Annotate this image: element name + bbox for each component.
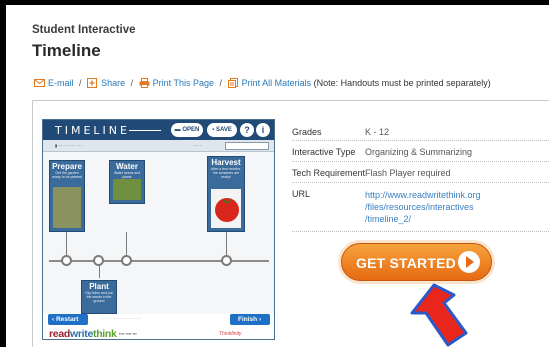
preview-timeline-axis (49, 260, 269, 262)
preview-timeline-node (221, 255, 232, 266)
preview-card-image (211, 189, 241, 228)
folder-icon: ▬ (174, 127, 181, 133)
page-pretitle: Student Interactive (32, 24, 136, 36)
preview-toolbar: TIMELINE ▬ OPEN ▪ SAVE ? i (43, 120, 274, 140)
preview-event-card: Plant Dig holes and put the seeds in the… (81, 280, 117, 314)
url-line: /timeline_2/ (365, 214, 412, 224)
info-row-url: URL http://www.readwritethink.org /files… (292, 183, 549, 232)
preview-strip-label: ······· (193, 143, 203, 148)
info-key: URL (292, 189, 311, 199)
info-key: Grades (292, 127, 322, 137)
print-all-icon (227, 78, 239, 88)
preview-stem (99, 264, 100, 278)
preview-event-card: Harvest After a few months, the tomatoes… (207, 156, 245, 232)
page-title: Timeline (32, 41, 101, 60)
info-value: Organizing & Summarizing (365, 147, 473, 157)
printer-icon (139, 78, 150, 88)
preview-open-button: ▬ OPEN (171, 123, 203, 137)
preview-help-icon: ? (240, 123, 254, 137)
preview-finish-button: Finish › (230, 314, 270, 325)
link-separator: / (130, 78, 134, 88)
preview-info-icon: i (256, 123, 270, 137)
info-row-grades: Grades K - 12 (292, 122, 549, 141)
preview-card-subtitle: Get the garden ready to be planted (52, 171, 82, 179)
tomato-icon (215, 198, 239, 222)
resource-info-table: Grades K - 12 Interactive Type Organizin… (292, 122, 549, 232)
preview-app-title: TIMELINE (55, 124, 130, 137)
preview-card-image (113, 179, 141, 200)
preview-finish-label: Finish (238, 316, 258, 323)
preview-timeline-node (61, 255, 72, 266)
red-pointer-arrow-icon (410, 283, 468, 347)
preview-save-label: SAVE (215, 127, 232, 133)
url-line: http://www.readwritethink.org (365, 190, 481, 200)
preview-event-card: Water Water seeds and plants (109, 160, 145, 204)
preview-card-subtitle: After a few months, the tomatoes are rea… (210, 167, 242, 179)
window-frame-left (0, 0, 6, 347)
link-separator: / (219, 78, 223, 88)
partner-logos: ▪▪▪▪ ▪▪▪▪ ▪▪▪ (119, 331, 137, 336)
preview-restart-button: ‹ Restart (48, 314, 88, 325)
print-all-link-label: Print All Materials (241, 78, 312, 88)
preview-hint-text: ········ ········ ········ ········ (101, 317, 142, 321)
preview-restart-label: Restart (55, 316, 79, 323)
preview-card-title: Prepare (52, 162, 82, 171)
preview-card-image (53, 187, 81, 228)
get-started-button[interactable]: GET STARTED (341, 243, 492, 281)
preview-card-title: Harvest (211, 158, 241, 167)
info-row-tech-requirement: Tech Requirement Flash Player required (292, 162, 549, 183)
preview-footer: ‹ Restart ········ ········ ········ ···… (43, 314, 274, 340)
preview-timeline-canvas: Prepare Get the garden ready to be plant… (43, 152, 274, 314)
interactive-preview-thumbnail[interactable]: TIMELINE ▬ OPEN ▪ SAVE ? i ▮ ····· ·····… (42, 119, 275, 340)
preview-options-strip: ▮ ····· ······· ····· ······· (43, 140, 274, 152)
preview-card-title: Water (116, 162, 138, 171)
save-icon: ▪ (212, 127, 215, 133)
resource-url-link[interactable]: http://www.readwritethink.org /files/res… (365, 189, 481, 225)
window-frame-top (0, 0, 549, 5)
preview-timeline-node (121, 255, 132, 266)
preview-card-title: Plant (89, 282, 109, 291)
play-arrow-icon (458, 251, 480, 273)
share-link[interactable]: Share (85, 78, 128, 88)
page-actions-bar: E-mail / Share / Print This Page / Print… (34, 78, 491, 88)
share-plus-icon (87, 78, 98, 88)
print-page-link-label: Print This Page (152, 78, 215, 88)
thinkfinity-logo: Thinkfinity (219, 331, 242, 337)
preview-timeline-node (93, 255, 104, 266)
info-key: Interactive Type (292, 147, 356, 157)
info-row-interactive-type: Interactive Type Organizing & Summarizin… (292, 141, 549, 162)
readwritethink-logo: readwritethink (49, 328, 117, 340)
preview-save-button: ▪ SAVE (207, 123, 237, 137)
share-link-label: Share (101, 78, 126, 88)
preview-card-subtitle: Dig holes and put the seeds in the groun… (85, 291, 113, 303)
info-value: Flash Player required (365, 168, 451, 178)
url-line: /files/resources/interactives (365, 202, 474, 212)
preview-event-card: Prepare Get the garden ready to be plant… (49, 160, 85, 232)
preview-card-subtitle: Water seeds and plants (113, 171, 141, 179)
print-note: (Note: Handouts must be printed separate… (313, 78, 491, 88)
print-all-link[interactable]: Print All Materials (225, 78, 314, 88)
trash-icon: ▮ ····· ······· ····· (55, 143, 84, 148)
info-key: Tech Requirement (292, 168, 366, 178)
get-started-label: GET STARTED (356, 255, 456, 271)
email-link[interactable]: E-mail (34, 78, 76, 88)
email-icon (34, 78, 45, 88)
preview-title-rule (129, 130, 161, 131)
preview-project-title-field (225, 142, 269, 150)
preview-open-label: OPEN (182, 127, 200, 133)
link-separator: / (79, 78, 82, 88)
info-value: K - 12 (365, 127, 390, 137)
print-page-link[interactable]: Print This Page (136, 78, 216, 88)
email-link-label: E-mail (48, 78, 74, 88)
